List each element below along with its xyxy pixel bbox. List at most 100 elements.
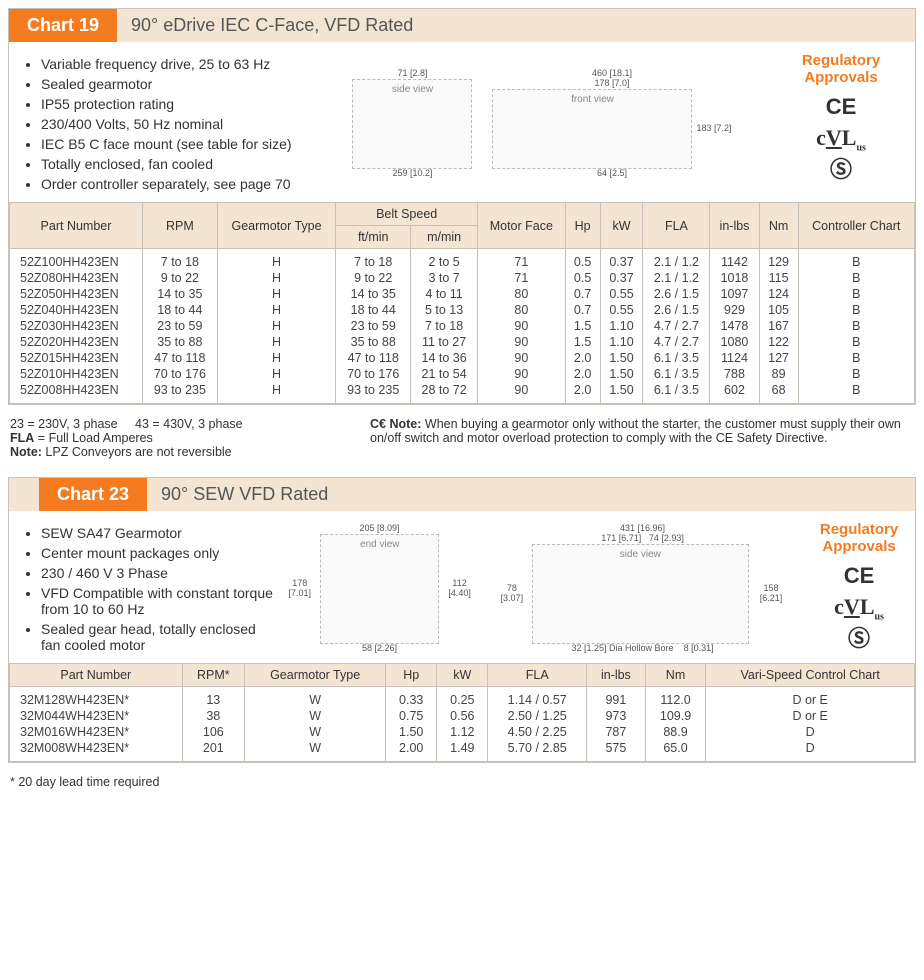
cell-hp: 1.50 (386, 724, 437, 740)
dim-171: 171 [6.71] (601, 533, 641, 543)
cell-cc: D or E (706, 687, 915, 709)
dim-bore: 32 [1.25] Dia Hollow Bore (571, 643, 673, 653)
bullet-item: IEC B5 C face mount (see table for size) (41, 136, 303, 152)
dim-205: 205 [8.09] (283, 524, 476, 534)
cell-fla: 2.1 / 1.2 (643, 249, 710, 271)
cell-inlbs: 787 (587, 724, 646, 740)
bullet-item: Sealed gearmotor (41, 76, 303, 92)
cell-gtype: H (217, 318, 335, 334)
note-fla: FLA = FLA = Full Load AmperesFull Load A… (10, 431, 330, 445)
cell-inlbs: 602 (710, 382, 759, 404)
chart-23-diagram-area: 205 [8.09] 178 [7.01] end view 112 [4.40… (283, 521, 789, 657)
dim-8: 8 [0.31] (684, 643, 714, 653)
th-kw: kW (600, 203, 643, 249)
table-row: 52Z040HH423EN18 to 44H18 to 445 to 13800… (10, 302, 915, 318)
cell-face: 71 (478, 249, 566, 271)
cell-face: 90 (478, 382, 566, 404)
cell-nm: 124 (759, 286, 798, 302)
cell-m: 28 to 72 (411, 382, 478, 404)
cell-cc: B (798, 302, 914, 318)
cell-m: 11 to 27 (411, 334, 478, 350)
cell-part: 32M016WH423EN* (10, 724, 183, 740)
chart-19-diagram-right: 460 [18.1] 178 [7.0] front view 183 [7.2… (492, 69, 731, 179)
cell-cc: B (798, 382, 914, 404)
cell-ft: 7 to 18 (336, 249, 411, 271)
cell-gtype: W (245, 724, 386, 740)
chart-23-footnote: * 20 day lead time required (10, 775, 916, 789)
cell-face: 90 (478, 334, 566, 350)
cell-inlbs: 1097 (710, 286, 759, 302)
cell-fla: 2.1 / 1.2 (643, 270, 710, 286)
regulatory-title: Regulatory Approvals (799, 521, 919, 555)
chart-23-diagram-left: 205 [8.09] 178 [7.01] end view 112 [4.40… (283, 524, 476, 654)
cell-nm: 129 (759, 249, 798, 271)
ce-note-text: When buying a gearmotor only without the… (370, 417, 901, 445)
table-row: 32M128WH423EN*13W0.330.251.14 / 0.579911… (10, 687, 915, 709)
bullet-item: Center mount packages only (41, 545, 273, 561)
sew-gearmotor-side-view-icon: side view (532, 544, 749, 644)
bullet-item: Totally enclosed, fan cooled (41, 156, 303, 172)
th-cc: Vari-Speed Control Chart (706, 664, 915, 687)
cell-cc: B (798, 350, 914, 366)
cell-rpm: 9 to 22 (142, 270, 217, 286)
cell-m: 7 to 18 (411, 318, 478, 334)
cell-kw: 1.50 (600, 350, 643, 366)
ce-note-prefix: C€ Note: (370, 417, 421, 431)
cell-fla: 2.6 / 1.5 (643, 302, 710, 318)
cell-cc: B (798, 270, 914, 286)
cell-inlbs: 1478 (710, 318, 759, 334)
cell-part: 52Z100HH423EN (10, 249, 143, 271)
dim-58: 58 [2.26] (283, 644, 476, 654)
dim-64: 64 [2.5] (492, 169, 731, 179)
cell-cc: B (798, 286, 914, 302)
th-gtype: Gearmotor Type (217, 203, 335, 249)
cell-gtype: W (245, 687, 386, 709)
cell-rpm: 7 to 18 (142, 249, 217, 271)
cell-part: 52Z010HH423EN (10, 366, 143, 382)
cell-part: 52Z015HH423EN (10, 350, 143, 366)
cell-part: 52Z030HH423EN (10, 318, 143, 334)
chart-19-body: Variable frequency drive, 25 to 63 HzSea… (9, 42, 915, 202)
table-row: 52Z050HH423EN14 to 35H14 to 354 to 11800… (10, 286, 915, 302)
chart-23-diagram-right: 431 [16.96] 171 [6.71] 74 [2.93] 78 [3.0… (496, 524, 789, 654)
chart-23-tab: Chart 23 (39, 478, 147, 511)
chart-19-header: Chart 19 90° eDrive IEC C-Face, VFD Rate… (9, 9, 915, 42)
chart-19-title: 90° eDrive IEC C-Face, VFD Rated (117, 9, 427, 42)
dim-178: 178 [7.01] (283, 579, 316, 599)
cell-ft: 23 to 59 (336, 318, 411, 334)
cell-nm: 109.9 (645, 708, 706, 724)
cell-nm: 68 (759, 382, 798, 404)
cell-gtype: W (245, 740, 386, 762)
cell-rpm: 93 to 235 (142, 382, 217, 404)
cell-fla: 1.14 / 0.57 (488, 687, 587, 709)
th-inlbs: in-lbs (710, 203, 759, 249)
cell-fla: 6.1 / 3.5 (643, 366, 710, 382)
cell-hp: 2.0 (565, 366, 600, 382)
table-row: 52Z080HH423EN9 to 22H9 to 223 to 7710.50… (10, 270, 915, 286)
bullet-item: 230 / 460 V 3 Phase (41, 565, 273, 581)
table-row: 52Z020HH423EN35 to 88H35 to 8811 to 2790… (10, 334, 915, 350)
cell-part: 52Z080HH423EN (10, 270, 143, 286)
th-fla: FLA (488, 664, 587, 687)
th-part: Part Number (10, 664, 183, 687)
cell-rpm: 18 to 44 (142, 302, 217, 318)
cell-nm: 127 (759, 350, 798, 366)
dim-112: 112 [4.40] (443, 579, 476, 599)
cell-kw: 0.55 (600, 302, 643, 318)
cell-cc: B (798, 334, 914, 350)
th-belt-ft: ft/min (336, 226, 411, 249)
cell-part: 52Z050HH423EN (10, 286, 143, 302)
ul-mark-icon: cVLus (781, 123, 901, 155)
cell-m: 14 to 36 (411, 350, 478, 366)
cell-nm: 167 (759, 318, 798, 334)
sew-gearmotor-end-view-icon: end view (320, 534, 439, 644)
th-cc: Controller Chart (798, 203, 914, 249)
cell-ft: 9 to 22 (336, 270, 411, 286)
cell-gtype: H (217, 270, 335, 286)
table-row: 52Z010HH423EN70 to 176H70 to 17621 to 54… (10, 366, 915, 382)
th-nm: Nm (645, 664, 706, 687)
bullet-item: IP55 protection rating (41, 96, 303, 112)
cell-fla: 6.1 / 3.5 (643, 382, 710, 404)
cell-cc: D (706, 724, 915, 740)
chart-23-block: Chart 23 90° SEW VFD Rated SEW SA47 Gear… (8, 477, 916, 763)
